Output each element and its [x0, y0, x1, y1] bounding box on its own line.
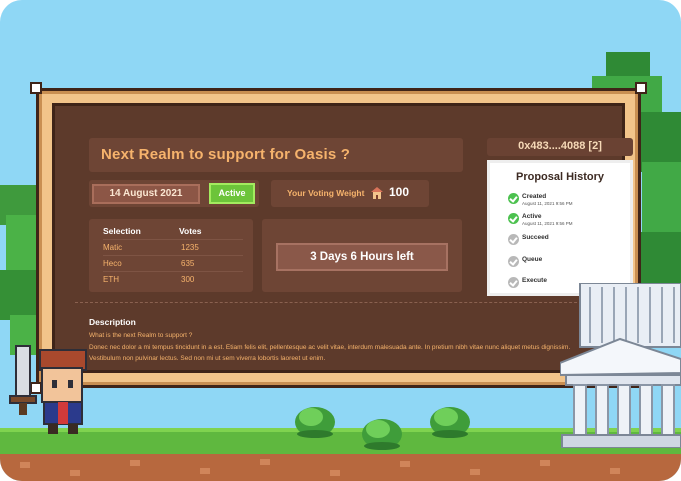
description-panel: Description What is the next Realm to su… [89, 309, 609, 369]
address-panel[interactable]: 0x483....4088 [2] [487, 138, 633, 156]
title-panel: Next Realm to support for Oasis ? [89, 138, 463, 172]
proposal-title: Next Realm to support for Oasis ? [101, 146, 351, 163]
knight-character-icon [9, 345, 87, 434]
history-label: Created [522, 193, 547, 200]
history-label: Queue [522, 256, 543, 263]
voting-weight-value: 100 [389, 185, 410, 199]
divider [75, 302, 607, 303]
voting-weight-panel: Your Voting Weight 100 [271, 180, 429, 207]
vote-count: 635 [181, 259, 195, 268]
table-row[interactable]: Matic 1235 [103, 239, 243, 254]
table-row[interactable]: Heco 635 [103, 255, 243, 270]
history-time: August 11, 2021 9:56 PM [522, 221, 573, 226]
votes-header-selection: Selection [103, 226, 141, 236]
check-icon [508, 213, 519, 224]
check-icon [508, 193, 519, 204]
proposal-date: 14 August 2021 [92, 184, 200, 204]
vote-selection: Heco [103, 259, 122, 268]
voting-weight-label: Your Voting Weight [287, 188, 365, 198]
bush-icon [295, 407, 335, 438]
house-icon [371, 187, 383, 199]
check-icon [508, 234, 519, 245]
board-panel: Next Realm to support for Oasis ? 0x483.… [52, 103, 633, 373]
time-left-panel: 3 Days 6 Hours left [262, 219, 462, 292]
description-title: Description [89, 317, 136, 327]
game-scene: Next Realm to support for Oasis ? 0x483.… [0, 0, 681, 481]
history-label: Active [522, 213, 542, 220]
votes-header-votes: Votes [179, 226, 202, 236]
bush-icon [430, 407, 470, 438]
time-left: 3 Days 6 Hours left [276, 243, 448, 271]
vote-count: 1235 [181, 243, 199, 252]
ground-dirt [0, 454, 681, 481]
proposal-history-title: Proposal History [515, 171, 605, 183]
votes-table: Selection Votes Matic 1235 Heco 635 ETH … [89, 219, 253, 292]
temple-icon [560, 283, 681, 448]
status-badge: Active [209, 183, 255, 204]
proposal-board: Next Realm to support for Oasis ? 0x483.… [30, 82, 647, 394]
vote-count: 300 [181, 275, 195, 284]
bush-icon [362, 419, 402, 450]
check-icon [508, 277, 519, 288]
board-corner [635, 82, 647, 94]
proposal-address[interactable]: 0x483....4088 [2] [487, 140, 633, 152]
proposal-history-card: Proposal History Created August 11, 2021… [487, 160, 633, 296]
history-label: Succeed [522, 234, 549, 241]
table-row[interactable]: ETH 300 [103, 271, 243, 286]
board-corner [30, 82, 42, 94]
date-panel: 14 August 2021 Active [89, 180, 259, 207]
vote-selection: Matic [103, 243, 123, 252]
description-body: Donec nec dolor a mi tempus tincidunt in… [89, 344, 571, 362]
history-label: Execute [522, 277, 547, 284]
check-icon [508, 256, 519, 267]
vote-selection: ETH [103, 275, 119, 284]
history-time: August 11, 2021 9:56 PM [522, 201, 573, 206]
description-question: What is the next Realm to support ? [89, 332, 193, 339]
